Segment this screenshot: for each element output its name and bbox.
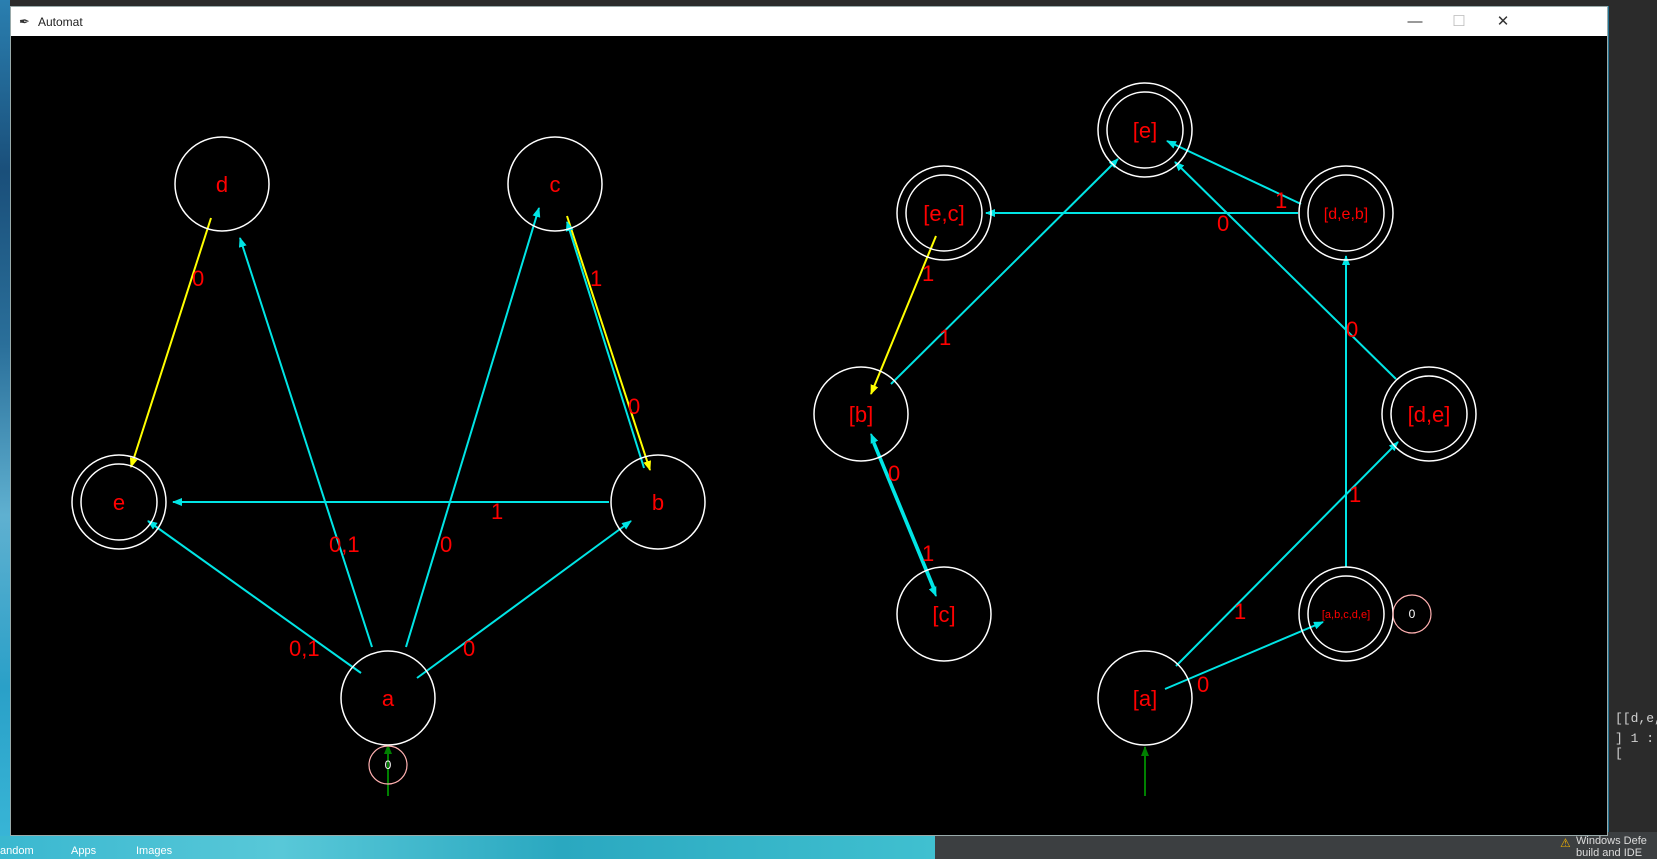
edge-label: 1 xyxy=(1275,188,1287,213)
notification-line: Windows Defe xyxy=(1576,835,1647,847)
automat-window: ✒ Automat — ☐ ✕ 0 1 0 1 0,1 0 0,1 0 d c … xyxy=(10,6,1608,836)
state-de-set[interactable]: [d,e] xyxy=(1381,366,1477,462)
state-a[interactable]: a xyxy=(340,650,436,746)
state-a-set[interactable]: [a] xyxy=(1097,650,1193,746)
edge-label: 1 xyxy=(1234,599,1246,624)
start-marker-label: 0 xyxy=(385,758,392,772)
desktop-bookmarks-strip: andom Apps Images xyxy=(0,836,935,859)
state-e[interactable]: e xyxy=(71,454,167,550)
state-ec-set[interactable]: [e,c] xyxy=(896,165,992,261)
ide-status-bar xyxy=(935,836,1609,859)
edge-label: 0 xyxy=(463,636,475,661)
edge-label: 0,1 xyxy=(329,532,360,557)
close-button[interactable]: ✕ xyxy=(1481,11,1525,33)
edge-a-d xyxy=(238,237,373,648)
edge-label: 1 xyxy=(939,325,951,350)
state-label: [e,c] xyxy=(923,201,965,226)
edge-d-e xyxy=(129,217,212,468)
bookmark-images[interactable]: Images xyxy=(136,845,172,857)
edge-label: 0 xyxy=(628,394,640,419)
state-label: [e] xyxy=(1133,118,1157,143)
state-label: a xyxy=(382,686,395,711)
loop-marker-label: 0 xyxy=(1409,607,1416,621)
state-label: d xyxy=(216,172,228,197)
edge-label: 0 xyxy=(440,532,452,557)
bookmark-random[interactable]: andom xyxy=(0,845,34,857)
state-b-set[interactable]: [b] xyxy=(813,366,909,462)
state-label: [d,e] xyxy=(1408,402,1451,427)
edge-label: 1 xyxy=(1349,482,1361,507)
state-label: [a,b,c,d,e] xyxy=(1322,609,1370,621)
state-label: e xyxy=(113,490,125,515)
state-c-set[interactable]: [c] xyxy=(896,566,992,662)
edge-label: 0,1 xyxy=(289,636,320,661)
state-label: [c] xyxy=(932,602,955,627)
edge-label: 0 xyxy=(888,461,900,486)
window-title: Automat xyxy=(38,15,83,29)
ide-output-line: ] 1 :[ xyxy=(1615,731,1655,761)
edge-a-c xyxy=(405,207,541,648)
ide-panel: [[d,e, ] 1 :[ xyxy=(1609,0,1657,859)
minimize-button[interactable]: — xyxy=(1393,11,1437,33)
edge-label: 1 xyxy=(590,266,602,291)
state-c[interactable]: c xyxy=(507,136,603,232)
edge-label: 0 xyxy=(192,266,204,291)
right-automaton: 1 0 0 1 1 1 0 1 0 1 0 [e] [e,c] xyxy=(813,82,1477,796)
bookmark-apps[interactable]: Apps xyxy=(71,845,96,857)
defender-notification[interactable]: ⚠ Windows Defe build and IDE xyxy=(1552,832,1657,859)
state-abcde-set[interactable]: [a,b,c,d,e] xyxy=(1298,566,1394,662)
edge-b-c xyxy=(565,221,645,469)
notification-line: build and IDE xyxy=(1576,847,1643,859)
title-bar[interactable]: ✒ Automat — ☐ ✕ xyxy=(11,7,1607,36)
edge-A-DE xyxy=(1175,441,1399,667)
feather-icon: ✒ xyxy=(19,14,30,29)
automaton-canvas[interactable]: 0 1 0 1 0,1 0 0,1 0 d c e b a 0 1 0 0 1 … xyxy=(11,36,1607,835)
edge-label: 1 xyxy=(491,499,503,524)
state-label: [b] xyxy=(849,402,873,427)
edge-label: 0 xyxy=(1197,672,1209,697)
state-label: b xyxy=(652,490,664,515)
state-label: [a] xyxy=(1133,686,1157,711)
maximize-button[interactable]: ☐ xyxy=(1437,11,1481,33)
state-d[interactable]: d xyxy=(174,136,270,232)
state-deb-set[interactable]: [d,e,b] xyxy=(1298,165,1394,261)
loop-marker: 0 xyxy=(1392,594,1432,634)
edge-label: 0 xyxy=(1346,317,1358,342)
state-label: [d,e,b] xyxy=(1324,206,1368,223)
edge-label: 0 xyxy=(1217,211,1229,236)
state-b[interactable]: b xyxy=(610,454,706,550)
edge-c-b xyxy=(566,215,652,471)
desktop-left-edge xyxy=(0,0,10,859)
state-label: c xyxy=(550,172,561,197)
left-automaton: 0 1 0 1 0,1 0 0,1 0 d c e b a 0 xyxy=(71,136,706,796)
edge-B-C xyxy=(872,442,937,597)
ide-output-line: [[d,e, xyxy=(1615,711,1657,726)
warning-icon: ⚠ xyxy=(1560,836,1571,850)
state-e-set[interactable]: [e] xyxy=(1097,82,1193,178)
edge-label: 1 xyxy=(922,261,934,286)
edge-label: 1 xyxy=(922,541,934,566)
